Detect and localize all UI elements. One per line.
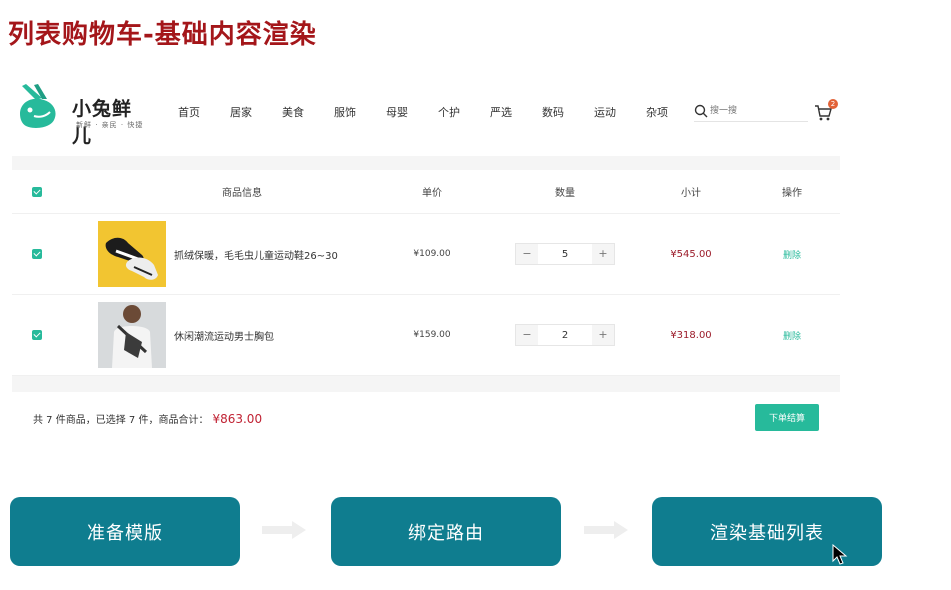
nav-item-digital[interactable]: 数码 <box>527 104 579 120</box>
cart-table: 商品信息 单价 数量 小计 操作 抓绒保暖，毛毛虫儿童运动鞋26~30 ¥109… <box>12 170 840 376</box>
select-all-checkbox[interactable] <box>32 186 42 197</box>
item-checkbox[interactable] <box>32 330 42 340</box>
cart-summary: 共 7 件商品，已选择 7 件，商品合计： ¥863.00 <box>33 411 262 426</box>
item-subtotal: ¥545.00 <box>670 248 712 260</box>
nav-item-home[interactable]: 首页 <box>163 104 215 120</box>
goods-info[interactable]: 休闲潮流运动男士胸包 <box>98 295 398 375</box>
chest-bag-icon <box>98 302 166 368</box>
table-header: 商品信息 单价 数量 小计 操作 <box>12 170 840 214</box>
step-bind-route[interactable]: 绑定路由 <box>331 497 561 566</box>
cart-total: ¥863.00 <box>212 412 263 426</box>
checkout-button[interactable]: 下单结算 <box>755 404 819 431</box>
cart-count-badge: 2 <box>828 99 838 109</box>
cart-button[interactable]: 2 <box>814 99 840 123</box>
quantity-value[interactable]: 5 <box>538 249 592 260</box>
unit-price: ¥159.00 <box>413 330 451 340</box>
unit-price: ¥109.00 <box>413 249 451 259</box>
nav-item-home-living[interactable]: 居家 <box>215 104 267 120</box>
delete-link[interactable]: 删除 <box>783 329 801 342</box>
table-row: 抓绒保暖，毛毛虫儿童运动鞋26~30 ¥109.00 − 5 + ¥545.00… <box>12 214 840 295</box>
arrow-right-icon <box>262 521 306 539</box>
slide-title: 列表购物车-基础内容渲染 <box>8 20 317 50</box>
cart-panel: 商品信息 单价 数量 小计 操作 抓绒保暖，毛毛虫儿童运动鞋26~30 ¥109… <box>12 156 840 444</box>
column-header-price: 单价 <box>422 188 442 199</box>
table-row: 休闲潮流运动男士胸包 ¥159.00 − 2 + ¥318.00 删除 <box>12 295 840 376</box>
nav-item-selection[interactable]: 严选 <box>475 104 527 120</box>
delete-link[interactable]: 删除 <box>783 248 801 261</box>
item-subtotal: ¥318.00 <box>670 329 712 341</box>
column-header-goods: 商品信息 <box>222 188 262 199</box>
increase-button[interactable]: + <box>592 244 614 264</box>
nav-item-misc[interactable]: 杂项 <box>631 104 683 120</box>
quantity-stepper: − 2 + <box>515 324 615 346</box>
arrow-right-icon <box>584 521 628 539</box>
logo[interactable]: 小兔鲜儿 新鲜 · 亲民 · 快捷 <box>14 84 144 147</box>
cart-footer: 共 7 件商品，已选择 7 件，商品合计： ¥863.00 下单结算 <box>12 392 840 444</box>
logo-tagline: 新鲜 · 亲民 · 快捷 <box>76 121 144 129</box>
quantity-value[interactable]: 2 <box>538 330 592 341</box>
column-header-action: 操作 <box>782 188 802 199</box>
main-nav: 首页 居家 美食 服饰 母婴 个护 严选 数码 运动 杂项 <box>163 104 683 120</box>
search-input[interactable] <box>710 103 804 119</box>
nav-item-food[interactable]: 美食 <box>267 104 319 120</box>
nav-item-personal-care[interactable]: 个护 <box>423 104 475 120</box>
goods-info[interactable]: 抓绒保暖，毛毛虫儿童运动鞋26~30 <box>98 214 398 294</box>
rabbit-logo-icon <box>20 84 56 128</box>
increase-button[interactable]: + <box>592 325 614 345</box>
decrease-button[interactable]: − <box>516 244 538 264</box>
search-box <box>694 102 808 122</box>
goods-name: 休闲潮流运动男士胸包 <box>174 331 274 343</box>
summary-text: 共 7 件商品，已选择 7 件，商品合计： <box>33 415 209 426</box>
goods-name: 抓绒保暖，毛毛虫儿童运动鞋26~30 <box>174 250 338 262</box>
step-prepare-template[interactable]: 准备模版 <box>10 497 240 566</box>
search-icon[interactable] <box>694 104 708 118</box>
column-header-quantity: 数量 <box>555 188 575 199</box>
mouse-cursor-icon <box>832 544 848 565</box>
item-checkbox[interactable] <box>32 249 42 259</box>
quantity-stepper: − 5 + <box>515 243 615 265</box>
nav-item-baby[interactable]: 母婴 <box>371 104 423 120</box>
decrease-button[interactable]: − <box>516 325 538 345</box>
nav-item-apparel[interactable]: 服饰 <box>319 104 371 120</box>
nav-item-sports[interactable]: 运动 <box>579 104 631 120</box>
kids-shoes-icon <box>98 221 166 287</box>
column-header-subtotal: 小计 <box>681 188 701 199</box>
